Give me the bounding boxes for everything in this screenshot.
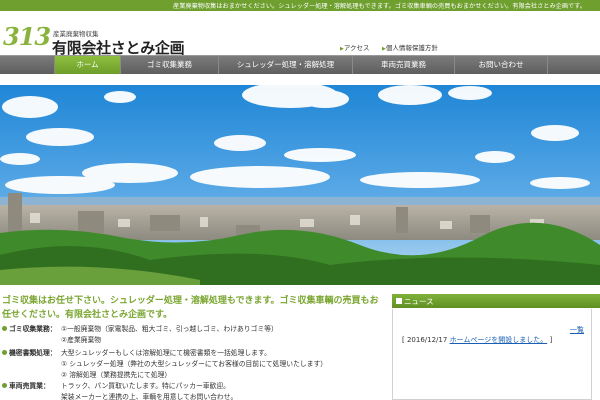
privacy-policy-link[interactable]: ▶個人情報保護方針 xyxy=(382,42,438,52)
service-line: トラック、パン買取いたします。特にパッカー車歓迎。 xyxy=(61,382,230,390)
top-banner: 産業廃棄物収集はおまかせください。シュレッダー処理・溶解処理もできます。ゴミ収集… xyxy=(0,0,600,11)
service-line: ② 溶解処理（業務提携先にて処理） xyxy=(61,371,172,379)
news-header: ニュース xyxy=(392,294,600,308)
service-line: 大型シュレッダーもしくは溶解処理にて機密書類を一括処理します。 xyxy=(61,349,271,357)
city-panorama-image xyxy=(0,85,600,285)
service-label: ゴミ収集業務： xyxy=(9,325,57,333)
nav-item-vehicle-trade[interactable]: 車両売買業務 xyxy=(352,56,454,74)
news-title: ニュース xyxy=(404,297,434,306)
logo-mark[interactable]: 313 xyxy=(3,22,51,51)
news-item-link[interactable]: ホームページを開設しました。 xyxy=(450,336,548,344)
nav-item-shredder[interactable]: シュレッダー処理・溶解処理 xyxy=(218,56,352,74)
news-box xyxy=(392,309,592,400)
service-label: 車両売買業： xyxy=(9,382,50,390)
nav-item-garbage-collection[interactable]: ゴミ収集業務 xyxy=(120,56,218,74)
service-line: 架装メーカーと連携の上、車輌を用意してお問い合わせ。 xyxy=(61,393,238,400)
nav-item-contact[interactable]: お問い合わせ xyxy=(454,56,548,74)
hero-image xyxy=(0,85,600,285)
service-vehicle: 車両売買業： xyxy=(2,381,65,391)
site-header: 313 産業廃棄物収集 有限会社さとみ企画 ▶アクセス ▶個人情報保護方針 xyxy=(0,11,600,57)
service-label: 機密書類処理： xyxy=(9,349,57,357)
access-link[interactable]: ▶アクセス xyxy=(340,42,370,52)
main-content: ゴミ収集はお任せ下さい。シュレッダー処理・溶解処理もできます。ゴミ収集車輌の売買… xyxy=(0,292,388,400)
top-banner-text: 産業廃棄物収集はおまかせください。シュレッダー処理・溶解処理もできます。ゴミ収集… xyxy=(173,3,586,10)
service-line: ①一般廃棄物（家電製品、粗大ゴミ、引っ越しゴミ、わけありゴミ等） xyxy=(61,325,278,333)
privacy-policy-link-label: 個人情報保護方針 xyxy=(385,44,438,52)
intro-text: ゴミ収集はお任せ下さい。シュレッダー処理・溶解処理もできます。ゴミ収集車輌の売買… xyxy=(2,296,379,320)
access-link-label: アクセス xyxy=(343,44,370,52)
news-item: [ 2016/12/17 ホームページを開設しました。 ] xyxy=(402,336,553,344)
news-list-link[interactable]: 一覧 xyxy=(570,325,584,335)
service-line: ① シュレッダー処理（弊社の大型シュレッダーにてお客様の目前にて処理いたします） xyxy=(61,360,328,368)
bullet-icon xyxy=(2,326,7,331)
service-confidential: 機密書類処理： xyxy=(2,348,65,358)
main-nav: ホーム ゴミ収集業務 シュレッダー処理・溶解処理 車両売買業務 お問い合わせ xyxy=(0,55,600,74)
service-line: ②産業廃棄物 xyxy=(61,336,102,344)
service-garbage: ゴミ収集業務： xyxy=(2,324,65,334)
square-icon xyxy=(396,298,402,304)
bullet-icon xyxy=(2,350,7,355)
news-panel: ニュース 一覧 [ 2016/12/17 ホームページを開設しました。 ] xyxy=(392,292,600,400)
nav-item-home[interactable]: ホーム xyxy=(54,56,120,74)
bullet-icon xyxy=(2,383,7,388)
news-date: 2016/12/17 xyxy=(406,336,448,344)
